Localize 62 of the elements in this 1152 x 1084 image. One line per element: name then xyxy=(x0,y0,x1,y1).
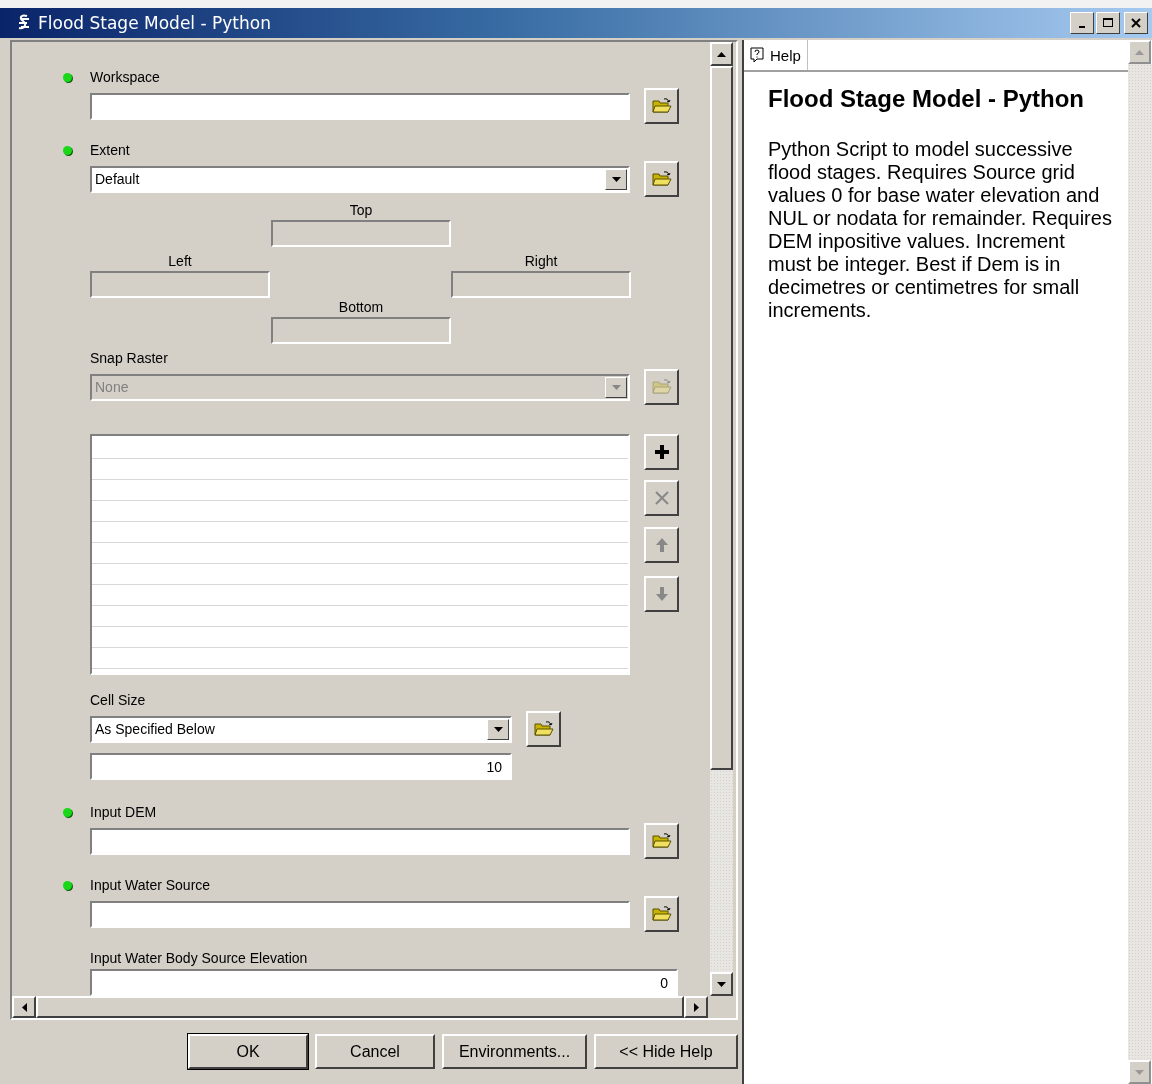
maximize-icon xyxy=(1103,18,1113,28)
path-field[interactable] xyxy=(90,900,630,928)
help-tab[interactable]: Help xyxy=(744,40,808,70)
horizontal-scrollbar[interactable] xyxy=(12,996,708,1018)
vertical-scrollbar[interactable] xyxy=(710,42,733,996)
down-arrow-icon xyxy=(654,586,669,602)
extent-label: Top xyxy=(349,201,373,220)
dropdown-arrow-icon xyxy=(611,176,621,182)
cell-size-field[interactable]: 10 xyxy=(90,753,512,780)
folder-icon xyxy=(651,171,672,187)
window-title: Flood Stage Model - Python xyxy=(38,13,271,33)
dropdown[interactable]: As Specified Below xyxy=(90,715,512,743)
up-arrow-icon xyxy=(654,537,669,553)
dropdown[interactable]: Default xyxy=(90,165,630,193)
help-icon xyxy=(750,47,764,63)
browse-button[interactable] xyxy=(526,711,561,747)
dialog-button[interactable]: << Hide Help xyxy=(594,1034,738,1069)
add-button[interactable] xyxy=(644,434,679,470)
dialog-button[interactable]: Cancel xyxy=(315,1034,435,1069)
extent-label: Right xyxy=(524,252,558,271)
parameter-label: Extent xyxy=(90,142,130,158)
minimize-button[interactable] xyxy=(1070,12,1094,34)
scroll-up-icon xyxy=(1135,49,1144,55)
extent-label: Left xyxy=(168,252,192,271)
extent-label: Bottom xyxy=(338,298,384,317)
parameter-label: Snap Raster xyxy=(90,350,168,366)
close-icon xyxy=(1131,18,1141,28)
dialog-button[interactable]: OK xyxy=(188,1034,308,1069)
minimize-icon xyxy=(1079,26,1085,28)
number-field[interactable]: 0 xyxy=(90,969,678,996)
parameter-label: Cell Size xyxy=(90,692,146,708)
scroll-down-icon xyxy=(1135,1069,1144,1075)
script-icon xyxy=(16,14,32,32)
path-field[interactable] xyxy=(90,827,630,855)
parameter-label: Workspace xyxy=(90,69,160,85)
cross-icon xyxy=(653,490,670,506)
dropdown-arrow-icon xyxy=(493,726,503,732)
dialog-button[interactable]: Environments... xyxy=(442,1034,587,1069)
scroll-left-icon xyxy=(21,1002,27,1012)
browse-button[interactable] xyxy=(644,88,679,124)
dropdown-arrow-icon xyxy=(611,384,621,390)
folder-icon xyxy=(651,833,672,849)
folder-icon xyxy=(651,906,672,922)
path-field[interactable] xyxy=(90,92,630,120)
browse-button[interactable] xyxy=(644,823,679,859)
folder-icon xyxy=(651,98,672,114)
browse-button[interactable] xyxy=(644,369,679,405)
browse-button[interactable] xyxy=(644,161,679,197)
scroll-down-icon xyxy=(717,981,726,987)
scroll-right-icon xyxy=(693,1002,699,1012)
folder-icon xyxy=(533,721,554,737)
plus-icon xyxy=(653,444,670,460)
maximize-button[interactable] xyxy=(1096,12,1120,34)
parameter-label: Input Water Source xyxy=(90,877,211,893)
browse-button[interactable] xyxy=(644,896,679,932)
folder-icon xyxy=(651,379,672,395)
scroll-up-icon xyxy=(717,51,726,57)
parameter-label: Input Water Body Source Elevation xyxy=(90,950,308,966)
parameter-label: Input DEM xyxy=(90,804,157,820)
close-button[interactable] xyxy=(1124,12,1148,34)
help-text: Python Script to model successive flood stages. Requires Source grid values 0 for base water elevation and NUL or nodata for remainder. Requires DEM inpositive values. Increment must be integer. Best if Dem is in decimetres or centimetres for small increments. xyxy=(768,138,1113,322)
help-heading: Flood Stage Model - Python xyxy=(768,84,1085,114)
